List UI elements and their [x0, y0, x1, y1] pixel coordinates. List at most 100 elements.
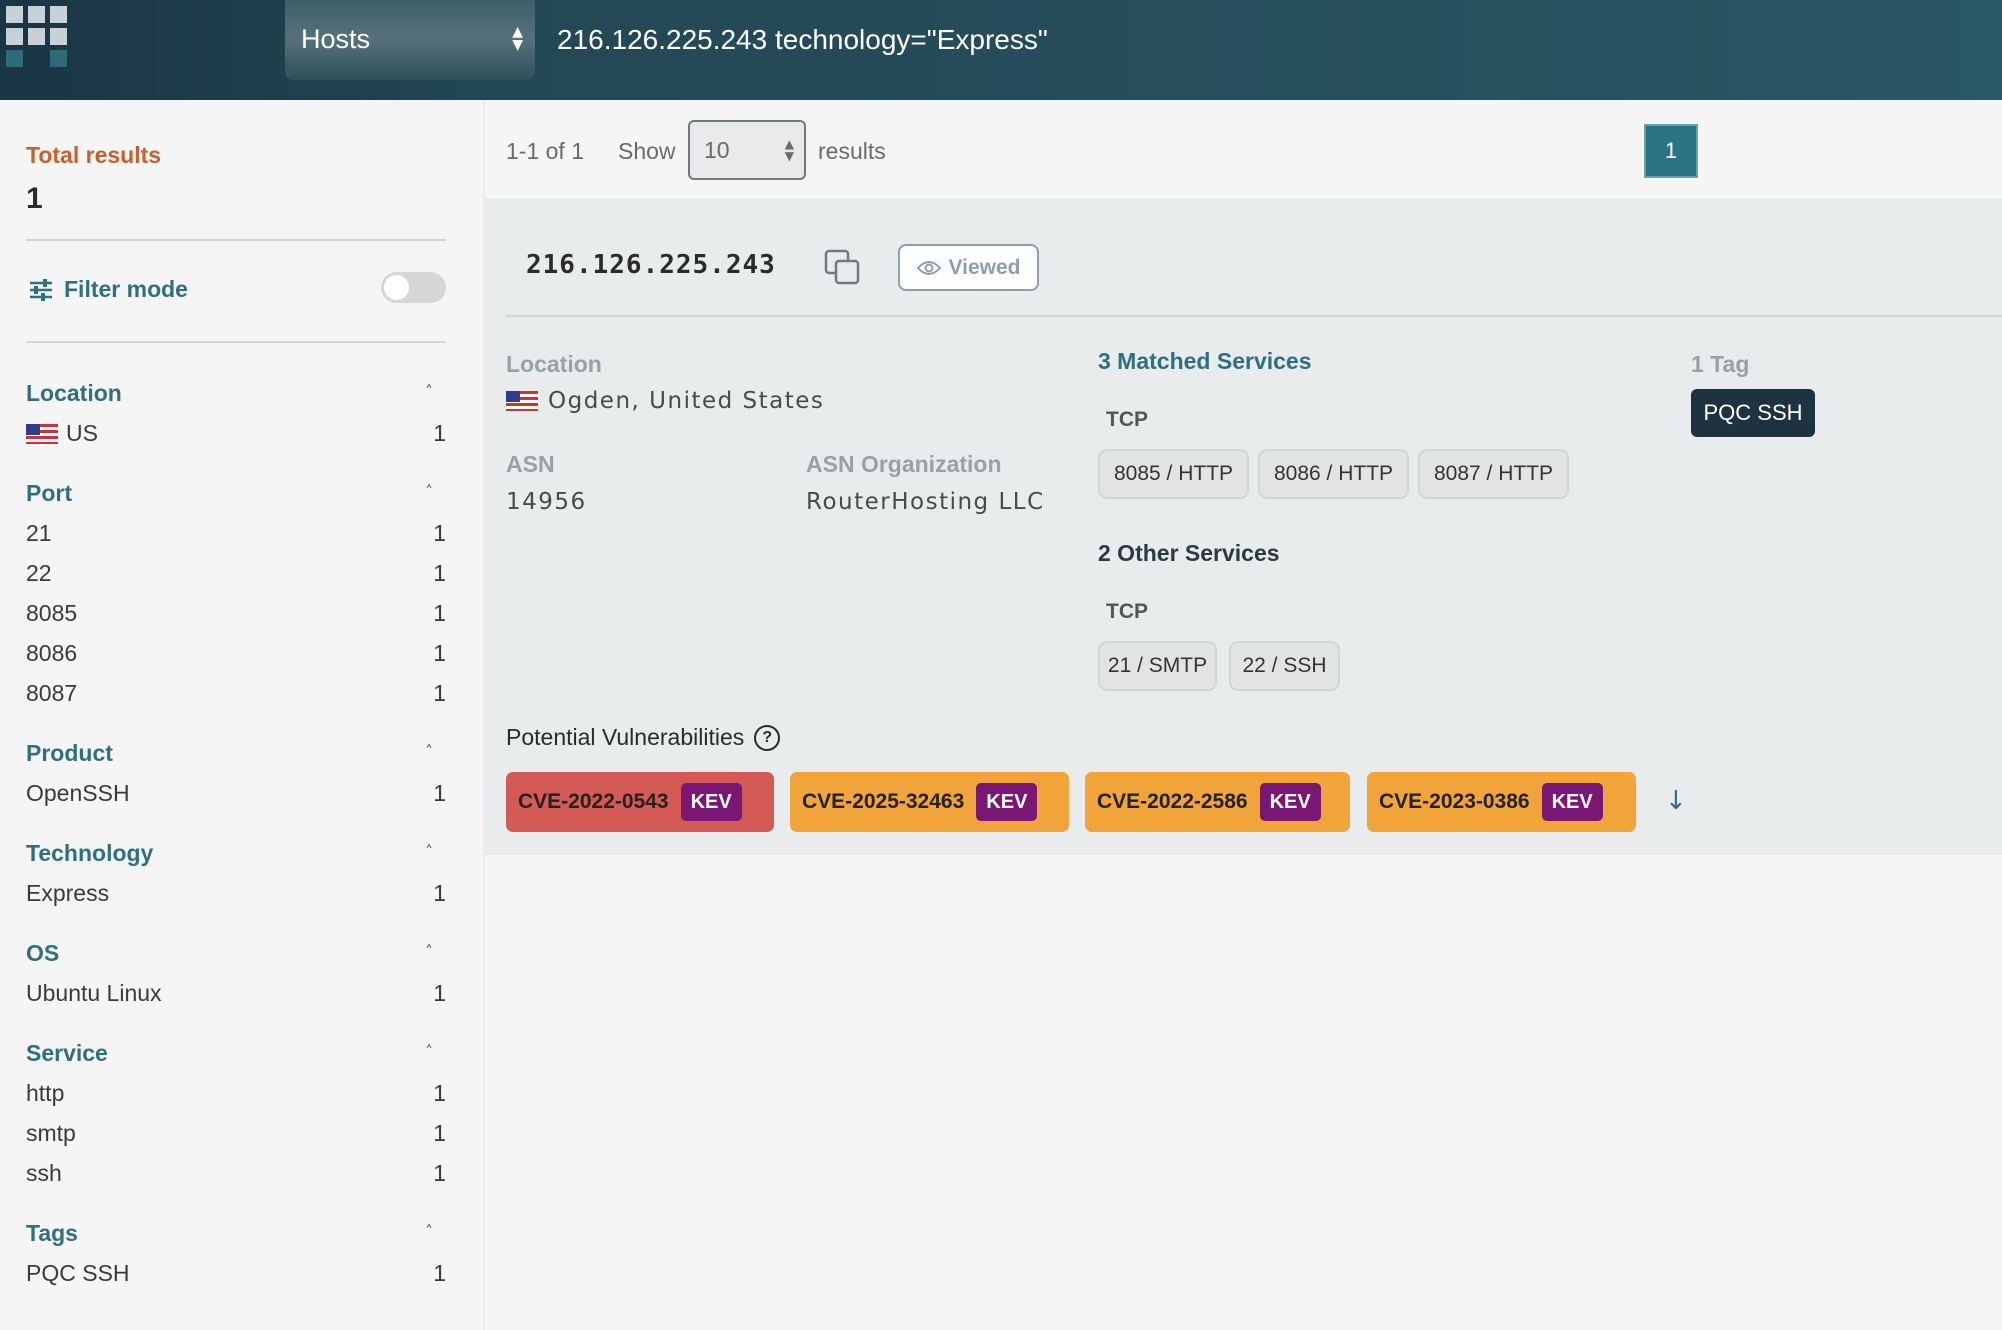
vulnerabilities-label: Potential Vulnerabilities — [506, 724, 745, 750]
chevron-up-icon[interactable]: ˄ — [425, 942, 433, 961]
service-chip[interactable]: 21 / SMTP — [1098, 641, 1217, 691]
facet-item-count: 1 — [433, 780, 446, 806]
chevron-up-icon[interactable]: ˄ — [425, 742, 433, 761]
top-bar: Hosts ▲ ▼ 216.126.225.243 technology="Exp… — [0, 0, 2002, 100]
us-flag-icon — [26, 423, 58, 444]
show-label: Show — [618, 138, 676, 164]
filter-mode[interactable]: Filter mode — [28, 276, 188, 303]
page-size-value: 10 — [704, 137, 730, 163]
facet-item-count: 1 — [433, 640, 446, 666]
facet-item[interactable]: Express 1 — [26, 880, 446, 910]
facet-item[interactable]: smtp 1 — [26, 1120, 446, 1150]
sliders-icon — [30, 278, 52, 301]
facet-item-count: 1 — [433, 560, 446, 586]
facet-item[interactable]: 8085 1 — [26, 600, 446, 630]
kev-badge: KEV — [1541, 783, 1603, 821]
asn-org-label: ASN Organization — [806, 451, 1002, 477]
service-chip[interactable]: 8085 / HTTP — [1098, 449, 1249, 499]
facet-item-count: 1 — [433, 600, 446, 626]
facet-title-port[interactable]: Port — [26, 480, 72, 507]
filter-mode-toggle[interactable] — [381, 272, 446, 303]
select-arrows-icon: ▲ ▼ — [512, 24, 523, 53]
location-value: Ogden, United States — [506, 388, 824, 414]
service-chip[interactable]: 8087 / HTTP — [1418, 449, 1569, 499]
facet-sidebar: Total results 1 Filter mode Location ˄ U… — [0, 100, 485, 1330]
facet-item-label: PQC SSH — [26, 1260, 130, 1286]
cve-id: CVE-2022-0543 — [518, 790, 669, 813]
total-results-value: 1 — [26, 182, 43, 215]
service-chip[interactable]: 8086 / HTTP — [1258, 449, 1409, 499]
facet-item-count: 1 — [433, 980, 446, 1006]
pager-row: 1-1 of 1 Show 10 ▲ ▼ results 1 — [485, 100, 2002, 200]
search-query-input[interactable]: 216.126.225.243 technology="Express" — [557, 24, 1048, 56]
asn-label: ASN — [506, 451, 555, 477]
chevron-up-icon[interactable]: ˄ — [425, 382, 433, 401]
facet-item-count: 1 — [433, 1160, 446, 1186]
facet-item[interactable]: US 1 — [26, 420, 446, 450]
facet-item-count: 1 — [433, 1120, 446, 1146]
facet-item-label: ssh — [26, 1160, 62, 1186]
search-type-select[interactable]: Hosts ▲ ▼ — [285, 0, 535, 80]
other-services-title: 2 Other Services — [1098, 540, 1280, 566]
facet-title-technology[interactable]: Technology — [26, 840, 153, 867]
total-results-label: Total results — [26, 142, 162, 168]
tags-title: 1 Tag — [1691, 351, 1750, 377]
location-text: Ogden, United States — [548, 388, 825, 414]
facet-item[interactable]: PQC SSH 1 — [26, 1260, 446, 1290]
facet-item[interactable]: Ubuntu Linux 1 — [26, 980, 446, 1010]
cve-badge[interactable]: CVE-2023-0386 KEV — [1367, 772, 1636, 832]
cve-id: CVE-2022-2586 — [1097, 790, 1248, 813]
service-chip[interactable]: 22 / SSH — [1229, 641, 1340, 691]
facet-item[interactable]: 22 1 — [26, 560, 446, 590]
facet-title-service[interactable]: Service — [26, 1040, 108, 1067]
facet-item[interactable]: 21 1 — [26, 520, 446, 550]
facet-item-label: 8085 — [26, 600, 78, 626]
asn-value: 14956 — [506, 489, 587, 515]
chevron-up-icon[interactable]: ˄ — [425, 842, 433, 861]
page-size-select[interactable]: 10 ▲ ▼ — [688, 120, 806, 180]
facet-item-label: Ubuntu Linux — [26, 980, 162, 1006]
cve-badge[interactable]: CVE-2022-2586 KEV — [1085, 772, 1350, 832]
page-button-1[interactable]: 1 — [1644, 124, 1698, 178]
cve-badge[interactable]: CVE-2022-0543 KEV — [506, 772, 774, 832]
facet-item-count: 1 — [433, 1260, 446, 1286]
search-type-value: Hosts — [301, 24, 371, 54]
results-range: 1-1 of 1 — [506, 138, 584, 164]
app-logo-icon[interactable] — [6, 6, 68, 68]
facet-item[interactable]: http 1 — [26, 1080, 446, 1110]
toggle-knob — [384, 275, 409, 300]
tag-chip[interactable]: PQC SSH — [1691, 389, 1815, 437]
facet-item-count: 1 — [433, 680, 446, 706]
divider — [26, 341, 446, 343]
help-icon[interactable]: ? — [754, 724, 781, 751]
facet-item[interactable]: OpenSSH 1 — [26, 780, 446, 810]
facet-item-label: 21 — [26, 520, 52, 546]
arrow-down-icon[interactable]: ↓ — [1665, 786, 1687, 816]
chevron-up-icon[interactable]: ˄ — [425, 1042, 433, 1061]
facet-item[interactable]: 8087 1 — [26, 680, 446, 710]
asn-org-value: RouterHosting LLC — [806, 489, 1045, 515]
cve-badge[interactable]: CVE-2025-32463 KEV — [790, 772, 1069, 832]
facet-title-tags[interactable]: Tags — [26, 1220, 78, 1247]
copy-icon[interactable] — [823, 248, 863, 288]
location-label: Location — [506, 351, 602, 377]
results-label: results — [818, 138, 886, 164]
eye-icon — [916, 260, 941, 275]
chevron-up-icon[interactable]: ˄ — [425, 482, 433, 501]
facet-item-label: 22 — [26, 560, 52, 586]
chevron-up-icon[interactable]: ˄ — [425, 1222, 433, 1241]
facet-item-count: 1 — [433, 420, 446, 446]
cve-id: CVE-2025-32463 — [802, 790, 965, 813]
facet-title-location[interactable]: Location — [26, 380, 122, 407]
facet-title-product[interactable]: Product — [26, 740, 113, 767]
facet-item[interactable]: 8086 1 — [26, 640, 446, 670]
matched-protocol: TCP — [1106, 408, 1148, 431]
divider — [26, 239, 446, 241]
viewed-label: Viewed — [948, 255, 1021, 279]
facet-item-label: Express — [26, 880, 110, 906]
facet-item[interactable]: ssh 1 — [26, 1160, 446, 1190]
host-ip-link[interactable]: 216.126.225.243 — [526, 250, 776, 280]
vulnerabilities-title: Potential Vulnerabilities ? — [506, 724, 781, 751]
facet-title-os[interactable]: OS — [26, 940, 59, 967]
facet-item-label: http — [26, 1080, 65, 1106]
